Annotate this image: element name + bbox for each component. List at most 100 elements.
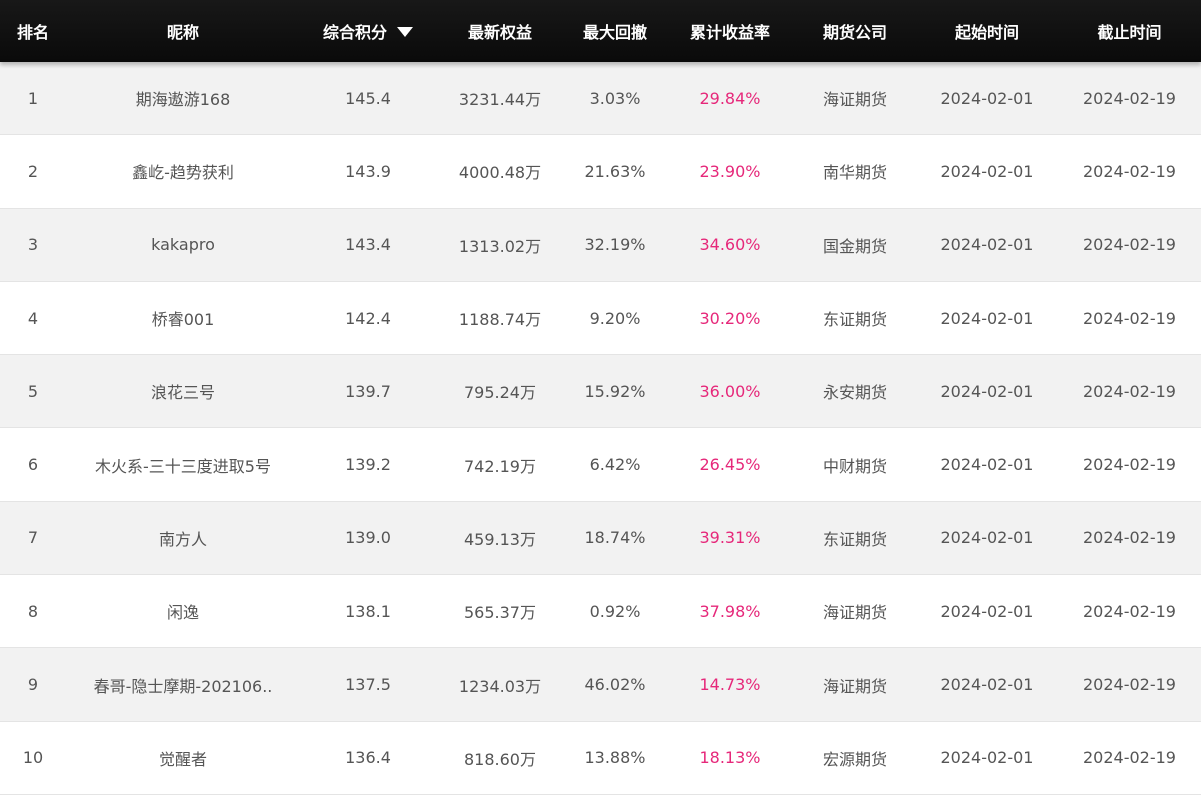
broker-cell: 海证期货 <box>822 676 887 696</box>
score-cell: 145.4 <box>345 88 391 108</box>
equity-cell: 742.19万 <box>464 456 536 476</box>
header-rank[interactable]: 排名 <box>0 0 66 62</box>
nickname-cell[interactable]: 木火系-三十三度进取5号 <box>66 428 300 500</box>
score-cell: 139.2 <box>345 455 391 475</box>
broker-cell: 中财期货 <box>822 456 887 476</box>
nickname-cell[interactable]: 南方人 <box>66 501 300 575</box>
equity-cell: 1234.03万 <box>458 676 542 696</box>
header-broker[interactable]: 期货公司 <box>794 0 916 62</box>
score-cell: 142.4 <box>345 308 391 328</box>
nickname-cell[interactable]: 浪花三号 <box>66 355 300 428</box>
equity-cell: 1313.02万 <box>458 236 542 256</box>
end-date-cell: 2024-02-19 <box>1083 601 1176 621</box>
cumulative-return-cell: 26.45% <box>699 455 761 475</box>
nickname-cell[interactable]: kakapro <box>66 208 300 281</box>
end-date-cell: 2024-02-19 <box>1083 235 1176 255</box>
start-date-cell: 2024-02-01 <box>940 455 1034 475</box>
table-row[interactable]: 7 南方人 139.0 459.13万 18.74% 39.31% 东证期货 2… <box>0 501 1201 576</box>
header-cumulative-return[interactable]: 累计收益率 <box>666 0 794 62</box>
table-row[interactable]: 1 期海遨游168 145.4 3231.44万 3.03% 29.84% 海证… <box>0 62 1201 136</box>
nickname-text[interactable]: 南方人 <box>77 526 289 550</box>
start-date-cell: 2024-02-01 <box>940 601 1034 621</box>
broker-cell: 永安期货 <box>822 383 887 403</box>
max-drawdown-cell: 9.20% <box>589 308 641 328</box>
max-drawdown-cell: 3.03% <box>589 88 641 108</box>
broker-cell: 东证期货 <box>822 310 887 330</box>
nickname-text[interactable]: 闲逸 <box>77 599 289 623</box>
broker-cell: 南华期货 <box>822 163 887 183</box>
cumulative-return-cell: 18.13% <box>699 748 761 768</box>
end-date-cell: 2024-02-19 <box>1083 161 1176 181</box>
nickname-cell[interactable]: 觉醒者 <box>66 722 300 794</box>
broker-cell: 海证期货 <box>822 603 887 623</box>
header-start-date[interactable]: 起始时间 <box>916 0 1058 62</box>
score-cell: 143.9 <box>345 161 391 181</box>
header-equity[interactable]: 最新权益 <box>436 0 564 62</box>
nickname-text[interactable]: 鑫屹-趋势获利 <box>77 159 289 183</box>
nickname-text[interactable]: 木火系-三十三度进取5号 <box>77 453 289 477</box>
nickname-cell[interactable]: 期海遨游168 <box>66 62 300 135</box>
score-cell: 138.1 <box>345 601 391 621</box>
equity-cell: 459.13万 <box>464 529 536 549</box>
rank-cell: 2 <box>27 161 39 181</box>
score-cell: 137.5 <box>345 675 391 695</box>
equity-cell: 4000.48万 <box>458 163 542 183</box>
header-end-date[interactable]: 截止时间 <box>1058 0 1201 62</box>
max-drawdown-cell: 13.88% <box>584 748 646 768</box>
equity-cell: 3231.44万 <box>458 90 542 110</box>
nickname-text[interactable]: 桥睿001 <box>77 306 289 330</box>
header-score-label: 综合积分 <box>322 23 387 42</box>
end-date-cell: 2024-02-19 <box>1083 88 1176 108</box>
nickname-text[interactable]: 浪花三号 <box>77 379 289 403</box>
cumulative-return-cell: 14.73% <box>699 675 761 695</box>
end-date-cell: 2024-02-19 <box>1083 455 1176 475</box>
table-row[interactable]: 4 桥睿001 142.4 1188.74万 9.20% 30.20% 东证期货… <box>0 281 1201 356</box>
end-date-cell: 2024-02-19 <box>1083 528 1176 548</box>
nickname-cell[interactable]: 春哥-隐士摩期-202106.. <box>66 648 300 721</box>
score-cell: 143.4 <box>345 235 391 255</box>
nickname-cell[interactable]: 桥睿001 <box>66 282 300 354</box>
table-row[interactable]: 8 闲逸 138.1 565.37万 0.92% 37.98% 海证期货 202… <box>0 575 1201 649</box>
header-score[interactable]: 综合积分 <box>300 0 436 62</box>
nickname-text[interactable]: 觉醒者 <box>77 746 289 770</box>
max-drawdown-cell: 6.42% <box>589 455 641 475</box>
max-drawdown-cell: 21.63% <box>584 161 646 181</box>
max-drawdown-cell: 15.92% <box>584 381 646 401</box>
cumulative-return-cell: 39.31% <box>699 528 761 548</box>
start-date-cell: 2024-02-01 <box>940 308 1034 328</box>
table-row[interactable]: 10 觉醒者 136.4 818.60万 13.88% 18.13% 宏源期货 … <box>0 721 1201 795</box>
rank-cell: 8 <box>27 601 39 621</box>
cumulative-return-cell: 36.00% <box>699 381 761 401</box>
rank-cell: 4 <box>27 308 39 328</box>
nickname-text[interactable]: kakapro <box>77 235 289 254</box>
table-row[interactable]: 9 春哥-隐士摩期-202106.. 137.5 1234.03万 46.02%… <box>0 648 1201 722</box>
header-max-drawdown[interactable]: 最大回撤 <box>564 0 666 62</box>
score-cell: 136.4 <box>345 748 391 768</box>
end-date-cell: 2024-02-19 <box>1083 381 1176 401</box>
nickname-cell[interactable]: 闲逸 <box>66 575 300 647</box>
table-row[interactable]: 6 木火系-三十三度进取5号 139.2 742.19万 6.42% 26.45… <box>0 428 1201 502</box>
nickname-text[interactable]: 春哥-隐士摩期-202106.. <box>77 673 289 697</box>
end-date-cell: 2024-02-19 <box>1083 748 1176 768</box>
table-row[interactable]: 3 kakapro 143.4 1313.02万 32.19% 34.60% 国… <box>0 208 1201 282</box>
max-drawdown-cell: 32.19% <box>584 235 646 255</box>
start-date-cell: 2024-02-01 <box>940 88 1034 108</box>
start-date-cell: 2024-02-01 <box>940 675 1034 695</box>
nickname-text[interactable]: 期海遨游168 <box>77 86 289 110</box>
nickname-cell[interactable]: 鑫屹-趋势获利 <box>66 135 300 207</box>
table-body: 1 期海遨游168 145.4 3231.44万 3.03% 29.84% 海证… <box>0 62 1201 795</box>
table-row[interactable]: 2 鑫屹-趋势获利 143.9 4000.48万 21.63% 23.90% 南… <box>0 135 1201 209</box>
max-drawdown-cell: 46.02% <box>584 675 646 695</box>
cumulative-return-cell: 34.60% <box>699 235 761 255</box>
table-row[interactable]: 5 浪花三号 139.7 795.24万 15.92% 36.00% 永安期货 … <box>0 355 1201 429</box>
end-date-cell: 2024-02-19 <box>1083 675 1176 695</box>
broker-cell: 海证期货 <box>822 90 887 110</box>
header-nickname[interactable]: 昵称 <box>66 0 300 62</box>
start-date-cell: 2024-02-01 <box>940 381 1034 401</box>
rank-cell: 5 <box>27 381 39 401</box>
cumulative-return-cell: 30.20% <box>699 308 761 328</box>
ranking-table: 排名 昵称 综合积分 最新权益 最大回撤 累计收益率 期货公司 起始时间 截止时… <box>0 0 1201 795</box>
equity-cell: 795.24万 <box>464 383 536 403</box>
caret-down-icon[interactable] <box>397 26 413 37</box>
rank-cell: 3 <box>27 235 39 255</box>
